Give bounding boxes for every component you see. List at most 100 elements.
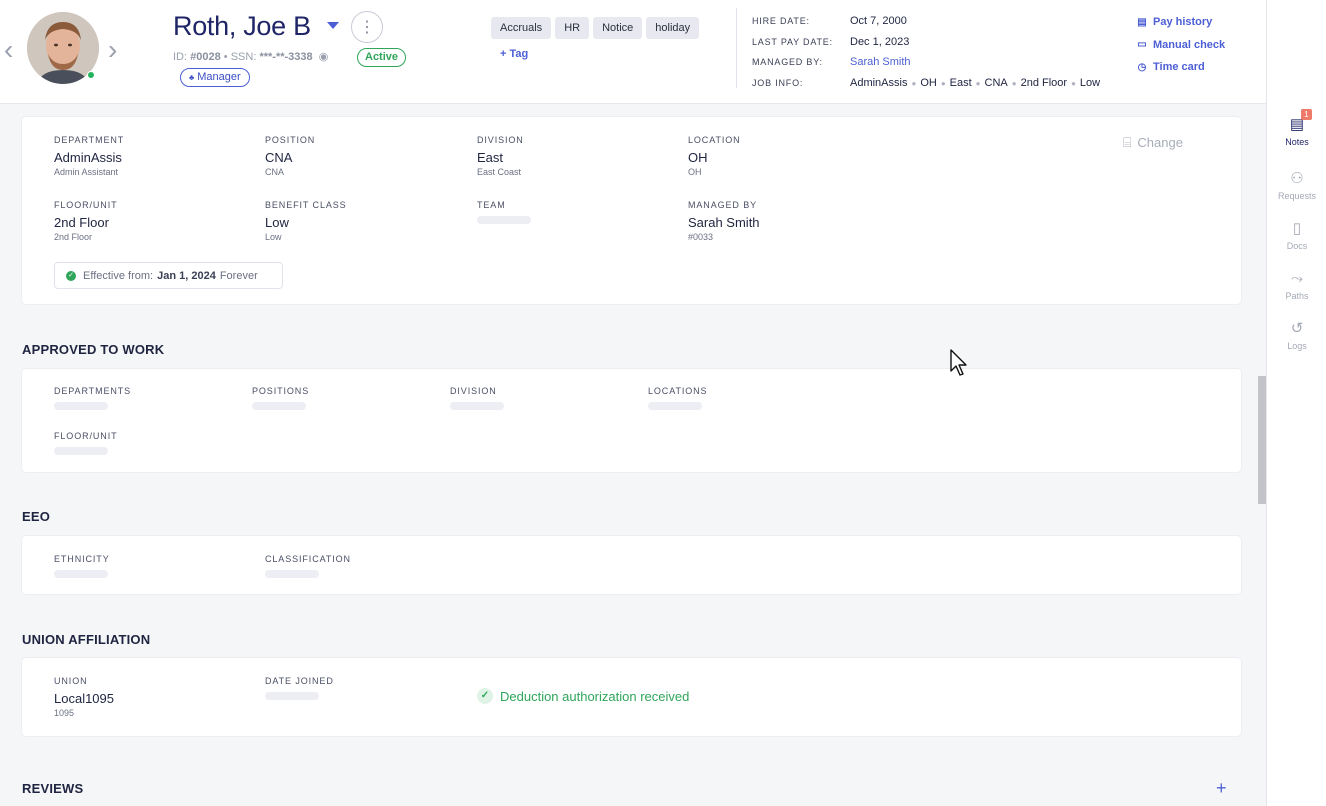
last-pay-date-label: LAST PAY DATE:: [752, 36, 833, 47]
clock-icon: ◷: [1137, 61, 1147, 73]
field-label: POSITIONS: [252, 386, 310, 396]
pay-history-icon: ▤: [1137, 16, 1147, 28]
check-circle-icon: ✓: [66, 270, 76, 281]
job-info-item: 2nd Floor: [1020, 76, 1068, 89]
sidebar-item-label: Logs: [1287, 341, 1307, 351]
managed-by-field: MANAGED BY Sarah Smith #0033: [688, 200, 760, 242]
last-pay-date-row: LAST PAY DATE: Dec 1, 2023: [752, 32, 1100, 53]
field-label: MANAGED BY: [688, 200, 758, 210]
field-value: AdminAssis: [54, 150, 122, 165]
tag-item[interactable]: HR: [555, 17, 590, 39]
eeo-card: ETHNICITY CLASSIFICATION: [22, 536, 1241, 594]
sidebar-item-requests[interactable]: ⚇ Requests: [1267, 170, 1326, 201]
mouse-pointer-icon: [950, 349, 967, 376]
status-badge: Active: [357, 48, 407, 67]
field-subtext: 2nd Floor: [54, 232, 93, 242]
role-badge[interactable]: ♣ Manager: [180, 68, 250, 87]
job-info-item: East: [949, 76, 972, 89]
field-label: DIVISION: [477, 135, 524, 145]
org-chart-icon: ♣: [189, 73, 195, 82]
manual-check-label: Manual check: [1153, 38, 1226, 51]
field-label: DEPARTMENTS: [54, 386, 132, 396]
notes-count-badge: 1: [1301, 109, 1312, 120]
empty-placeholder: [477, 216, 531, 224]
employee-header: ‹ › Roth, Joe B ⋮ ID: #0028 • SSN: ***-*…: [0, 0, 1266, 104]
history-icon: ↺: [1290, 320, 1304, 337]
separator-dot: ●: [975, 78, 981, 88]
field-subtext: #0033: [688, 232, 714, 242]
requests-icon: ⚇: [1290, 170, 1304, 187]
deduction-status-text: Deduction authorization received: [500, 688, 690, 704]
id-label: ID:: [173, 51, 188, 63]
field-label: LOCATION: [688, 135, 741, 145]
check-document-icon: ▭: [1137, 39, 1147, 51]
tag-item[interactable]: holiday: [646, 17, 700, 39]
chevron-left-icon[interactable]: ‹: [4, 36, 20, 64]
right-sidebar: ▤ 1 Notes ⚇ Requests ▯ Docs ⤳ Paths ↺ Lo…: [1266, 0, 1326, 806]
role-label: Manager: [197, 71, 241, 83]
team-field: TEAM: [477, 200, 531, 224]
field-label: BENEFIT CLASS: [265, 200, 347, 210]
deduction-status: ✓ Deduction authorization received: [477, 688, 689, 704]
floor-unit-field: FLOOR/UNIT 2nd Floor 2nd Floor: [54, 200, 118, 242]
effective-date: Jan 1, 2024: [157, 269, 216, 282]
route-icon: ⤳: [1290, 270, 1303, 287]
job-info-item: Low: [1079, 76, 1101, 89]
add-tag-button[interactable]: + Tag: [500, 48, 528, 60]
field-label: ETHNICITY: [54, 554, 110, 564]
time-card-link[interactable]: ◷ Time card: [1136, 56, 1225, 79]
kebab-icon: ⋮: [359, 19, 375, 36]
caret-down-icon[interactable]: [327, 22, 339, 29]
field-label: FLOOR/UNIT: [54, 200, 118, 210]
sidebar-item-logs[interactable]: ↺ Logs: [1267, 320, 1326, 351]
check-circle-icon: ✓: [477, 688, 493, 704]
job-info-label: JOB INFO:: [752, 77, 804, 88]
effective-until: Forever: [219, 269, 258, 282]
field-value: OH: [688, 150, 708, 165]
tag-item[interactable]: Accruals: [491, 17, 552, 39]
departments-field: DEPARTMENTS: [54, 386, 131, 410]
job-info-item: OH: [920, 76, 937, 89]
sidebar-item-label: Requests: [1277, 191, 1317, 201]
field-label: DEPARTMENT: [54, 135, 125, 145]
field-value: Sarah Smith: [688, 215, 760, 230]
field-label: UNION: [54, 676, 88, 686]
job-info-value: AdminAssis ● OH ● East ● CNA ● 2nd Floor ● Low: [850, 77, 1100, 89]
field-subtext: 1095: [54, 708, 75, 718]
division-field: DIVISION East East Coast: [477, 135, 524, 177]
manual-check-link[interactable]: ▭ Manual check: [1136, 34, 1225, 57]
chevron-right-icon[interactable]: ›: [108, 36, 124, 64]
scrollbar-thumb[interactable]: [1258, 376, 1266, 504]
separator-dot: •: [223, 51, 228, 63]
empty-placeholder: [648, 402, 702, 410]
job-details-card: DEPARTMENT AdminAssis Admin Assistant PO…: [22, 117, 1241, 304]
sidebar-item-notes[interactable]: ▤ 1 Notes: [1267, 109, 1326, 147]
tag-item[interactable]: Notice: [593, 17, 643, 39]
pay-history-link[interactable]: ▤ Pay history: [1136, 11, 1225, 34]
effective-date-badge: ✓ Effective from: Jan 1, 2024 Forever: [54, 262, 283, 289]
field-subtext: CNA: [265, 167, 285, 177]
empty-placeholder: [54, 402, 108, 410]
floor-unit-field: FLOOR/UNIT: [54, 431, 118, 455]
last-pay-date-value: Dec 1, 2023: [850, 35, 910, 48]
field-subtext: East Coast: [477, 167, 522, 177]
managed-by-label: MANAGED BY:: [752, 57, 823, 68]
employee-name: Roth, Joe B: [173, 11, 311, 41]
date-joined-field: DATE JOINED: [265, 676, 334, 700]
add-review-button[interactable]: +: [1216, 778, 1227, 799]
field-subtext: OH: [688, 167, 702, 177]
hire-date-row: HIRE DATE: Oct 7, 2000: [752, 11, 1100, 32]
field-label: POSITION: [265, 135, 316, 145]
empty-placeholder: [54, 447, 108, 455]
change-button[interactable]: ⌸ Change: [1123, 134, 1183, 151]
union-affiliation-card: UNION Local1095 1095 DATE JOINED ✓ Deduc…: [22, 658, 1241, 736]
sidebar-item-docs[interactable]: ▯ Docs: [1267, 220, 1326, 251]
more-options-button[interactable]: ⋮: [351, 11, 383, 43]
sidebar-item-paths[interactable]: ⤳ Paths: [1267, 270, 1326, 301]
approved-to-work-title: APPROVED TO WORK: [22, 342, 165, 357]
field-label: DATE JOINED: [265, 676, 334, 686]
eye-icon[interactable]: ◉: [319, 50, 329, 63]
calendar-edit-icon: ⌸: [1123, 134, 1132, 150]
ethnicity-field: ETHNICITY: [54, 554, 110, 578]
managed-by-link[interactable]: Sarah Smith: [850, 56, 911, 68]
